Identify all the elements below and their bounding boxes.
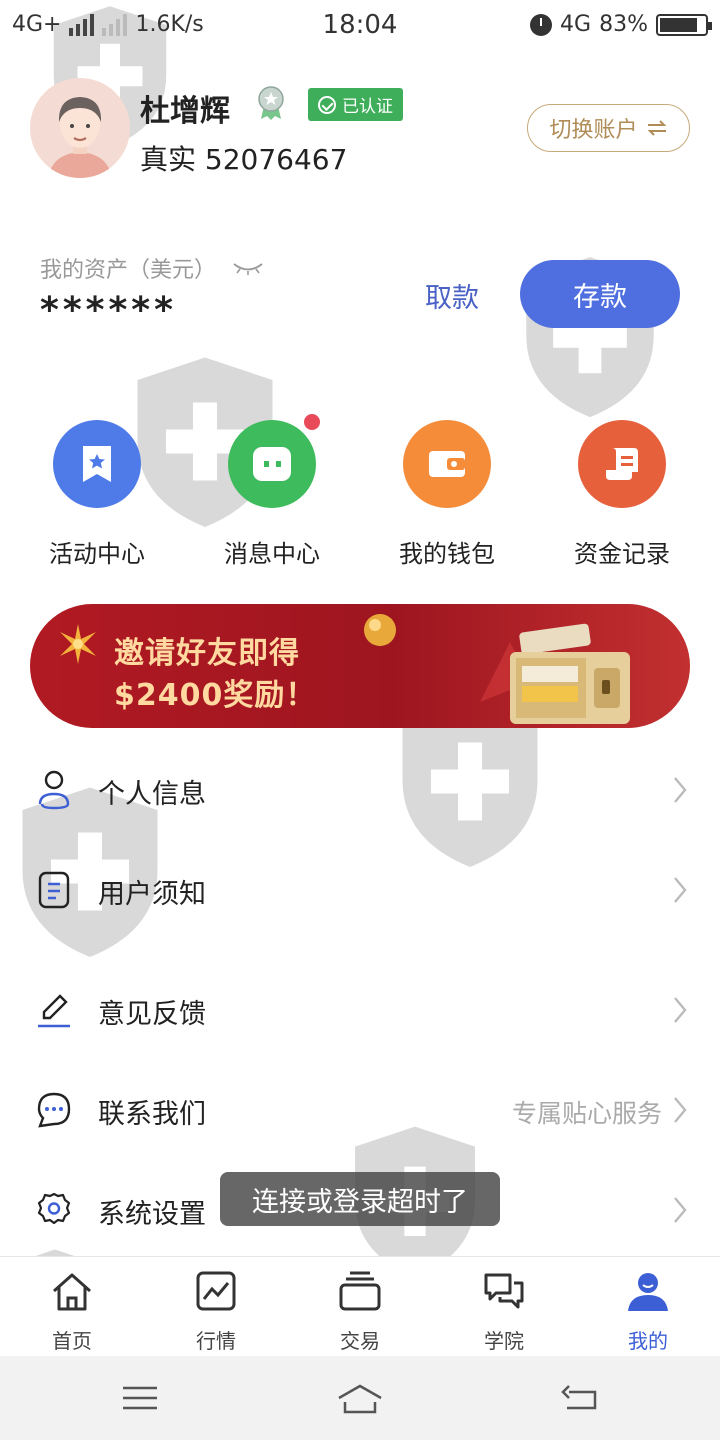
account-id: 52076467: [204, 143, 348, 176]
account-type: 真实: [140, 143, 197, 176]
tab-label: 交易: [340, 1329, 380, 1353]
quick-action-activity-center[interactable]: 活动中心: [27, 420, 167, 569]
chat-bubble-icon: [228, 414, 320, 508]
menu-label: 用户须知: [98, 879, 206, 910]
tab-label: 行情: [196, 1329, 236, 1353]
scroll-record-icon: [578, 420, 666, 508]
chevron-right-icon: [674, 777, 687, 803]
pencil-icon: [38, 994, 70, 1028]
deposit-button[interactable]: 存款: [520, 260, 680, 328]
swap-arrows-icon: [647, 120, 666, 136]
gear-icon: [37, 1192, 71, 1225]
tab-market[interactable]: 行情: [144, 1269, 288, 1354]
tab-label: 首页: [52, 1329, 92, 1353]
quick-action-label: 我的钱包: [399, 540, 495, 568]
discussion-icon: [484, 1273, 524, 1309]
status-right: 4G 83%: [530, 12, 712, 37]
tab-trade[interactable]: 交易: [288, 1269, 432, 1354]
gold-orb-icon: [364, 614, 396, 646]
avatar[interactable]: [30, 78, 130, 178]
quick-action-wallet[interactable]: 我的钱包: [377, 420, 517, 569]
battery-percent: 83%: [599, 12, 648, 37]
chevron-right-icon: [674, 877, 687, 903]
verified-label: 已认证: [342, 97, 393, 117]
wallet-icon: [403, 420, 491, 508]
battery-icon: [656, 13, 712, 36]
check-circle-icon: [318, 95, 336, 114]
assets-value: ******: [40, 290, 177, 331]
switch-account-label: 切换账户: [549, 118, 638, 143]
avatar-person-icon: [30, 78, 130, 178]
chevron-right-icon: [674, 1197, 687, 1223]
bookmark-star-icon: [53, 420, 141, 508]
tab-label: 我的: [628, 1329, 668, 1353]
chart-icon: [196, 1271, 236, 1311]
assets-label-row: 我的资产（美元）: [40, 252, 264, 284]
withdraw-button[interactable]: 取款: [412, 276, 492, 315]
safe-icon: [480, 623, 630, 724]
menu-user-notice[interactable]: 用户须知: [0, 840, 720, 940]
medal-icon: [258, 86, 284, 120]
alarm-icon: [530, 13, 553, 36]
sparkle-star-icon: [60, 624, 96, 664]
menu-hint: 专属贴心服务: [511, 1099, 662, 1128]
tab-label: 学院: [484, 1329, 524, 1353]
menu-label: 联系我们: [98, 1099, 206, 1130]
battery-fill: [660, 17, 697, 32]
tab-mine[interactable]: 我的: [576, 1269, 720, 1354]
banner-line-1: 邀请好友即得: [114, 636, 300, 671]
quick-action-label: 消息中心: [224, 540, 320, 568]
eye-closed-icon[interactable]: [232, 261, 264, 275]
verified-badge: 已认证: [308, 88, 403, 121]
network-type-right: 4G: [560, 12, 592, 37]
quick-action-label: 资金记录: [574, 540, 670, 568]
quick-action-label: 活动中心: [49, 540, 145, 568]
layers-icon: [339, 1271, 381, 1311]
chevron-right-icon: [674, 997, 687, 1023]
toast-message: 连接或登录超时了: [220, 1172, 500, 1226]
user-icon: [628, 1273, 668, 1311]
bottom-tab-bar: 首页 行情 交易 学院 我的: [0, 1256, 720, 1356]
menu-label: 个人信息: [98, 779, 206, 810]
menu-label: 意见反馈: [98, 999, 206, 1030]
menu-label: 系统设置: [98, 1199, 206, 1230]
banner-line-2: $2400奖励！: [114, 678, 317, 713]
tab-home[interactable]: 首页: [0, 1269, 144, 1354]
invite-banner[interactable]: 邀请好友即得 $2400奖励！: [30, 604, 690, 728]
quick-action-message-center[interactable]: 消息中心: [202, 414, 342, 569]
chat-dots-icon: [37, 1092, 71, 1128]
menu-feedback[interactable]: 意见反馈: [0, 960, 720, 1060]
tab-academy[interactable]: 学院: [432, 1269, 576, 1354]
menu-personal-info[interactable]: 个人信息: [0, 740, 720, 840]
user-name: 杜增辉: [140, 94, 230, 129]
switch-account-button[interactable]: 切换账户: [527, 104, 690, 152]
status-bar: 4G+ 1.6K/s 18:04 4G 83%: [0, 0, 720, 52]
menu-icon[interactable]: [115, 1378, 165, 1418]
home-button-icon[interactable]: [335, 1378, 385, 1418]
system-nav-bar: [0, 1356, 720, 1440]
home-icon: [53, 1273, 91, 1311]
account-info: 真实 52076467: [140, 138, 347, 178]
quick-action-fund-records[interactable]: 资金记录: [552, 420, 692, 569]
document-icon: [38, 871, 70, 909]
unread-dot: [304, 414, 320, 430]
assets-label: 我的资产（美元）: [40, 258, 217, 283]
chevron-right-icon: [674, 1097, 687, 1123]
back-icon[interactable]: [555, 1378, 605, 1418]
menu-contact-us[interactable]: 联系我们 专属贴心服务: [0, 1060, 720, 1160]
person-icon: [38, 770, 70, 810]
